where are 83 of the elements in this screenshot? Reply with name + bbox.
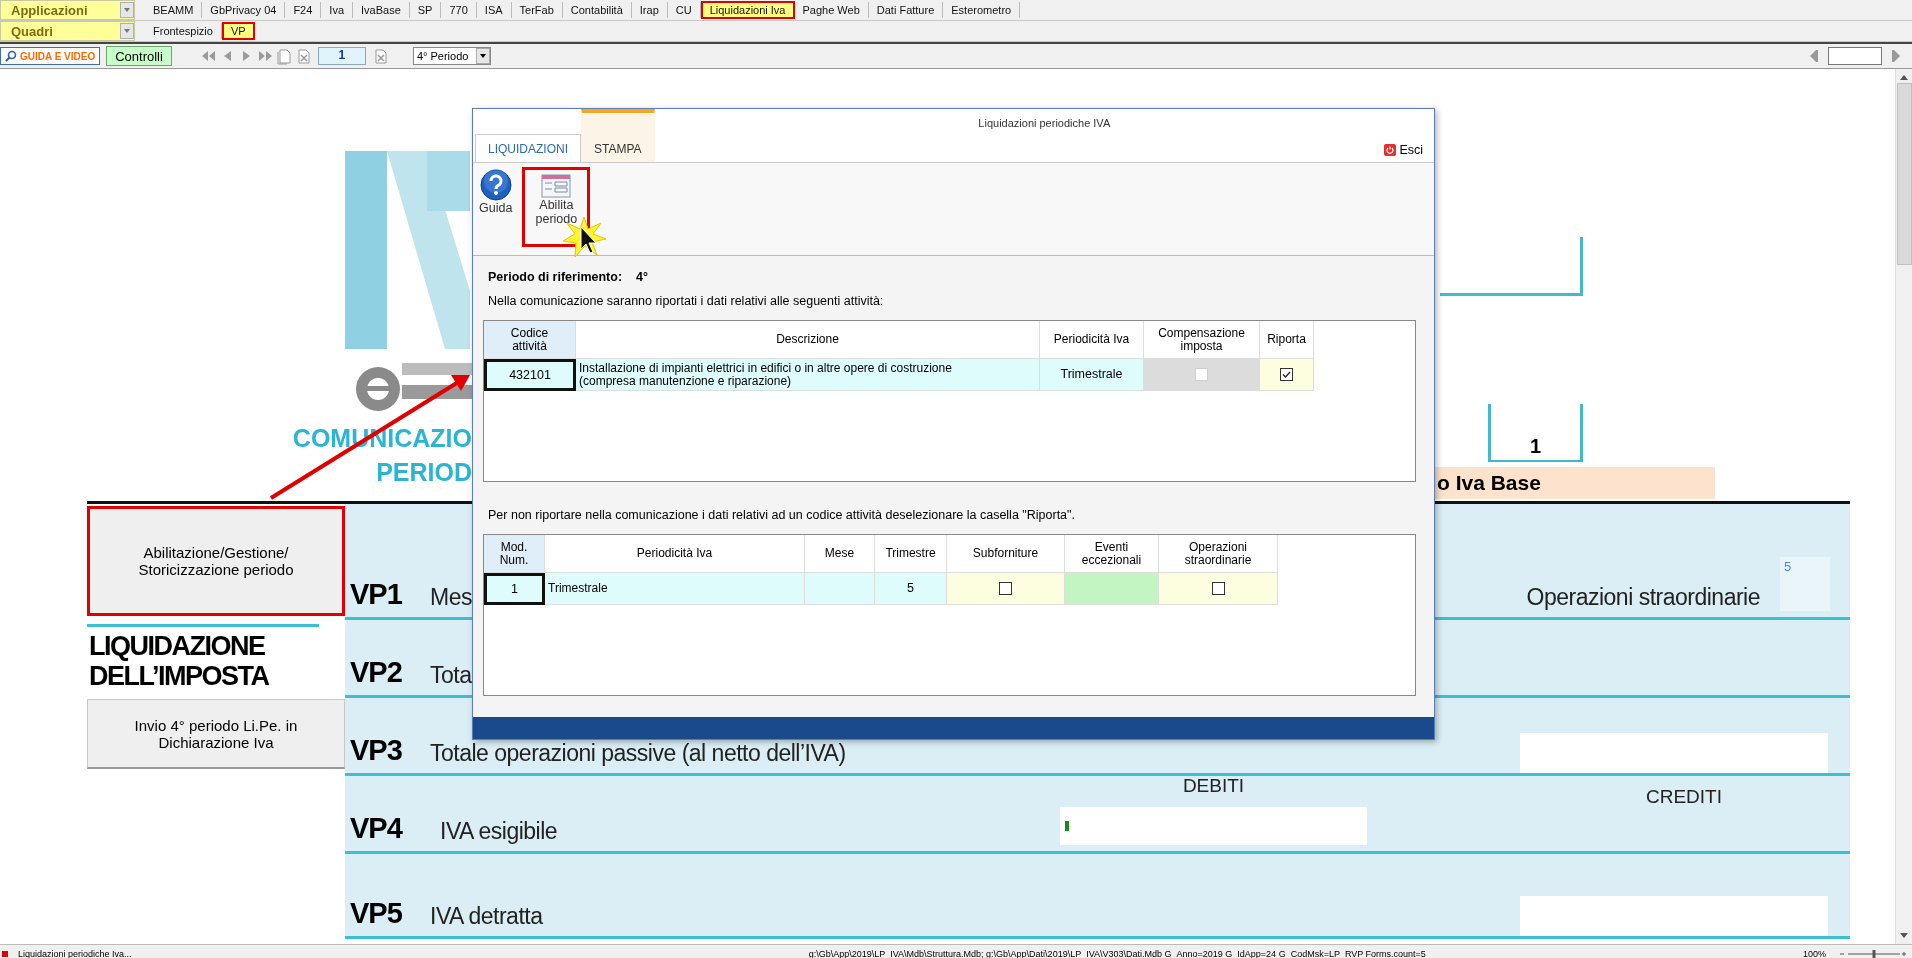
slider-thumb[interactable] [1872,950,1876,958]
menu-item[interactable]: CU [667,2,701,18]
period-value: 4° [636,270,648,284]
table-cell[interactable]: 432101 [484,359,576,391]
zoom-level: 100% [1802,949,1826,958]
ribbon-button[interactable]: Guida [477,167,515,229]
menu-item[interactable]: BEAMM [145,2,203,18]
row-label: IVA detratta [430,903,543,930]
row-code: VP2 [349,656,403,689]
status-task: Liquidazioni periodiche Iva... [18,949,132,958]
column-header: CREDITI [1646,786,1722,808]
row-label: Mes [430,584,472,611]
menu-item[interactable]: 770 [441,2,477,18]
status-icon [2,951,8,957]
menu-item[interactable]: Frontespizio [145,23,222,39]
row-code: VP5 [349,897,403,930]
menu-item[interactable]: IvaBase [353,2,410,18]
table-cell [805,573,875,605]
table-cell[interactable]: 1 [484,573,545,605]
menu-item[interactable]: SP [409,2,442,18]
checkbox[interactable] [1280,368,1293,381]
table-cell: Installazione di impianti elettrici in edifici o in altre opere di costruzione (compresa manutenzione e riparazione) [576,359,1040,391]
row-label: IVA esigibile [440,818,559,845]
row-code: VP4 [349,812,404,845]
menu-item[interactable]: F24 [285,2,322,18]
page-field[interactable]: 1 [317,47,366,65]
menu-item[interactable]: Irap [631,2,668,18]
number-box: 5 [1780,557,1830,611]
scroll-down-icon[interactable] [1899,932,1909,940]
scroll-up-icon[interactable] [1899,73,1909,81]
zoom-slider[interactable] [1838,949,1908,958]
record-field[interactable] [1828,47,1882,65]
row-code: VP3 [349,734,403,767]
amount-field[interactable] [1520,733,1828,773]
copy-page-icon[interactable] [275,47,293,65]
scrollbar[interactable] [1895,69,1912,944]
note-text: Per non riportare nella comunicazione i dati relativi ad un codice attività deselezionare la casella "Riporta". [488,508,1076,522]
dialog-tab[interactable]: LIQUIDAZIONI [475,134,581,162]
power-icon [1384,144,1397,156]
intro-text: Nella comunicazione saranno riportati i dati relativi alle seguenti attività: [488,294,885,308]
action-button[interactable]: Invio 4° periodo Li.Pe. in Dichiarazione Iva [87,699,345,769]
menu-item[interactable]: TerFab [511,2,563,18]
menu-item[interactable]: Liquidazioni Iva [700,1,795,19]
amount-field[interactable] [1520,896,1828,936]
table-cell: Trimestrale [1040,359,1144,391]
row-label: Tota [430,662,472,689]
checkbox[interactable] [1211,582,1225,595]
section-title: LIQUIDAZIONE DELL’IMPOSTA [87,624,319,691]
menu-item[interactable]: Iva [321,2,354,18]
menu-item[interactable]: Contabilità [562,2,632,18]
table-cell: 5 [875,573,947,605]
form-box: 1 [1488,404,1583,462]
controls-button[interactable]: Controlli [106,46,172,66]
menu-item[interactable]: VP [221,22,255,40]
table-cell: Trimestrale [545,573,805,605]
period-dropdown[interactable]: 4° Periodo [412,47,491,65]
checkbox[interactable] [999,582,1012,595]
form-band: o Iva Base [1435,467,1715,499]
column-header: Codice attività [484,321,576,359]
scroll-thumb[interactable] [1896,83,1912,265]
amount-field[interactable] [1060,807,1367,845]
form-icon [541,174,572,198]
period-label: Periodo di riferimento: [488,270,623,284]
menu-item[interactable]: Dati Fatture [868,2,944,18]
menu-item[interactable]: GbPrivacy 04 [202,2,286,18]
row-label: Totale operazioni passive (al netto dell’IVA) [430,740,846,767]
column-header: Mod. Num. [484,535,545,573]
module-dropdown[interactable]: Applicazioni [0,0,135,20]
dialog-title: Liquidazioni periodiche IVA [977,117,1112,129]
status-path: g:\Gb\App\2019\LP_IVA\Mdb\Struttura.Mdb; g:\Gb\App\Dati\2019\LP_IVA\V303\Dati.Mdb G_Anno=2019 G_IdApp=24 G_CodMsk=LP_RVP Forms.count=5 [807,949,1427,958]
action-button[interactable]: Abilitazione/Gestione/ Storicizzazione periodo [87,506,345,616]
menu-item[interactable]: Paghe Web [794,2,869,18]
menu-item[interactable]: Esterometro [943,2,1021,18]
menu-item[interactable]: ISA [476,2,512,18]
help-icon [479,169,512,201]
module-dropdown[interactable]: Quadri [0,21,135,41]
search-icon [5,50,17,62]
column-header: DEBITI [1182,775,1245,797]
exit-button[interactable]: Esci [1378,142,1429,158]
dialog-tab[interactable]: STAMPA [581,109,655,162]
field-label: Operazioni straordinarie [1526,584,1760,611]
row-code: VP1 [349,578,403,611]
form-heading: PERIOD [376,457,472,488]
